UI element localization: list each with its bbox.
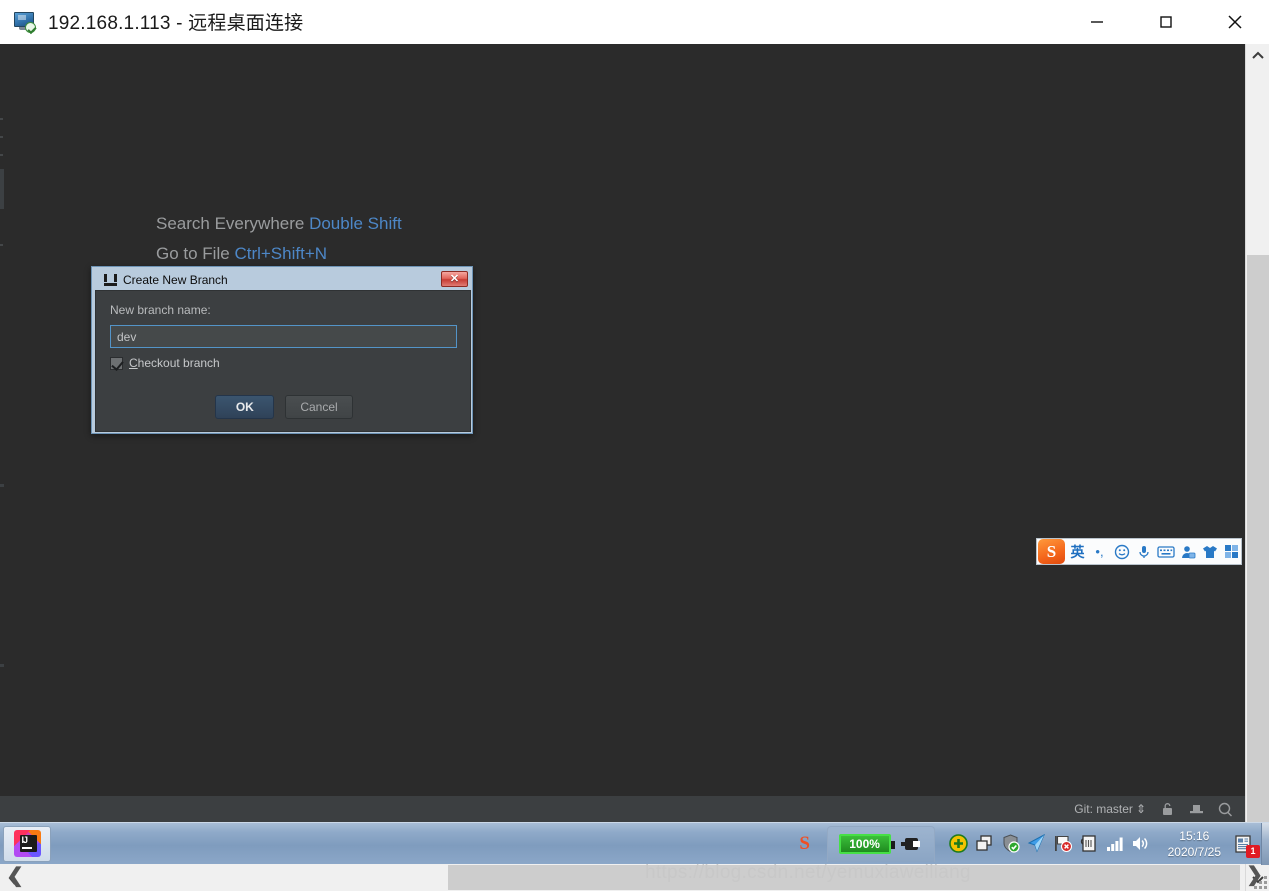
dialog-titlebar[interactable]: Create New Branch ✕ — [95, 270, 469, 290]
hint-label: Search Everywhere — [156, 214, 305, 233]
taskbar-items — [0, 825, 51, 862]
branch-name-label: New branch name: — [110, 303, 211, 317]
system-tray: S 100% 15:16 2020/7/25 1 — [791, 822, 1269, 865]
maximize-button[interactable] — [1131, 0, 1200, 44]
blue-arrow-icon[interactable] — [1027, 833, 1046, 853]
ide-status-bar: Git: master ⇕ — [0, 796, 1245, 822]
remote-desktop-viewport[interactable]: Search Everywhere Double Shift Go to Fil… — [0, 44, 1245, 822]
chevron-updown-icon: ⇕ — [1135, 802, 1146, 816]
taskbar-item-intellij[interactable] — [3, 825, 51, 862]
window-controls — [1062, 0, 1269, 44]
close-button[interactable] — [1200, 0, 1269, 44]
punctuation-icon[interactable]: •, — [1090, 542, 1109, 561]
vertical-scrollbar-thumb[interactable] — [1247, 255, 1269, 830]
battery-percent-label: 100% — [849, 837, 880, 851]
hat-icon[interactable] — [1189, 802, 1204, 817]
soft-keyboard-icon[interactable] — [1156, 542, 1175, 561]
horizontal-scrollbar-thumb[interactable] — [448, 865, 1240, 890]
checkout-branch-label: Checkout branch — [129, 356, 220, 370]
sogou-tray-icon[interactable]: S — [791, 823, 819, 865]
checkout-branch-row[interactable]: Checkout branch — [110, 356, 456, 370]
sidebar-fragment — [0, 118, 3, 120]
voice-input-icon[interactable] — [1134, 542, 1153, 561]
dialog-close-button[interactable]: ✕ — [441, 271, 468, 287]
scroll-up-button[interactable] — [1246, 44, 1269, 68]
branch-name-input[interactable] — [110, 325, 457, 348]
clock-widget[interactable]: 15:16 2020/7/25 — [1150, 828, 1231, 860]
emoji-icon[interactable] — [1112, 542, 1131, 561]
show-desktop-button[interactable] — [1261, 822, 1269, 865]
sogou-logo-icon[interactable]: S — [1038, 539, 1065, 564]
screen-root: 192.168.1.113 - 远程桌面连接 Search Everywhere… — [0, 0, 1269, 891]
search-icon[interactable] — [1218, 802, 1233, 817]
sidebar-fragment — [0, 136, 3, 138]
intellij-idea-icon — [13, 830, 41, 857]
sidebar-fragment — [0, 484, 4, 487]
dialog-body: New branch name: Checkout branch OK Canc… — [95, 290, 471, 432]
create-new-branch-dialog: Create New Branch ✕ New branch name: Che… — [91, 266, 473, 434]
intellij-dialog-icon — [104, 273, 117, 287]
user-login-icon[interactable] — [1178, 542, 1197, 561]
editor-hint-goto-file: Go to File Ctrl+Shift+N — [156, 244, 327, 264]
ok-button[interactable]: OK — [215, 395, 275, 419]
skin-icon[interactable] — [1200, 542, 1219, 561]
volume-icon[interactable] — [1131, 834, 1150, 853]
sidebar-fragment — [0, 664, 4, 667]
update-icon[interactable] — [948, 834, 968, 853]
cancel-button[interactable]: Cancel — [285, 395, 353, 419]
git-branch-widget[interactable]: Git: master ⇕ — [1074, 802, 1146, 816]
minimize-button[interactable] — [1062, 0, 1131, 44]
action-center-badge: 1 — [1246, 844, 1260, 858]
hint-label: Go to File — [156, 244, 230, 263]
windows-taskbar: S 100% — [0, 822, 1269, 865]
hint-shortcut: Ctrl+Shift+N — [234, 244, 328, 263]
remote-desktop-titlebar: 192.168.1.113 - 远程桌面连接 — [0, 0, 1269, 44]
battery-icon[interactable]: 100% — [838, 834, 895, 854]
checkout-branch-text: heckout branch — [137, 356, 220, 370]
ime-mode-chinese-english[interactable]: 英 — [1068, 542, 1087, 561]
security-shield-icon[interactable] — [1001, 834, 1020, 853]
checkout-branch-checkbox[interactable] — [110, 356, 123, 370]
git-branch-label: Git: master — [1074, 802, 1133, 816]
editor-hint-search-everywhere: Search Everywhere Double Shift — [156, 214, 402, 234]
sogou-ime-toolbar[interactable]: S 英 •, — [1036, 538, 1242, 565]
clock-date: 2020/7/25 — [1167, 844, 1221, 859]
remote-desktop-icon — [12, 10, 38, 34]
editor-hint-goto-file-clip: Go to File Ctrl+Shift+N — [0, 244, 1245, 266]
horizontal-scrollbar[interactable] — [0, 862, 1245, 891]
network-signal-icon[interactable] — [1105, 834, 1124, 853]
power-plug-icon[interactable] — [900, 836, 923, 852]
flag-error-icon[interactable] — [1053, 834, 1072, 853]
vertical-scrollbar[interactable] — [1245, 44, 1269, 891]
lock-icon[interactable] — [1160, 802, 1175, 817]
sidebar-fragment — [0, 154, 3, 156]
tray-icon-list — [935, 833, 1150, 853]
checkout-branch-accel: C — [129, 356, 138, 370]
clock-time: 15:16 — [1179, 828, 1210, 843]
dialog-button-row: OK Cancel — [96, 395, 472, 419]
toolbox-icon[interactable] — [1222, 542, 1241, 561]
resize-grip[interactable] — [1254, 876, 1267, 889]
window-title: 192.168.1.113 - 远程桌面连接 — [48, 13, 304, 34]
action-center-icon[interactable]: 1 — [1231, 823, 1261, 865]
hint-shortcut: Double Shift — [309, 214, 402, 233]
window-stack-icon[interactable] — [975, 834, 994, 853]
dialog-title: Create New Branch — [123, 273, 228, 287]
battery-group[interactable]: 100% — [826, 825, 935, 862]
rdp-scroll-left-chevron[interactable]: ❮ — [7, 863, 24, 888]
sidebar-fragment — [0, 169, 4, 209]
clipboard-icon[interactable] — [1079, 834, 1098, 853]
